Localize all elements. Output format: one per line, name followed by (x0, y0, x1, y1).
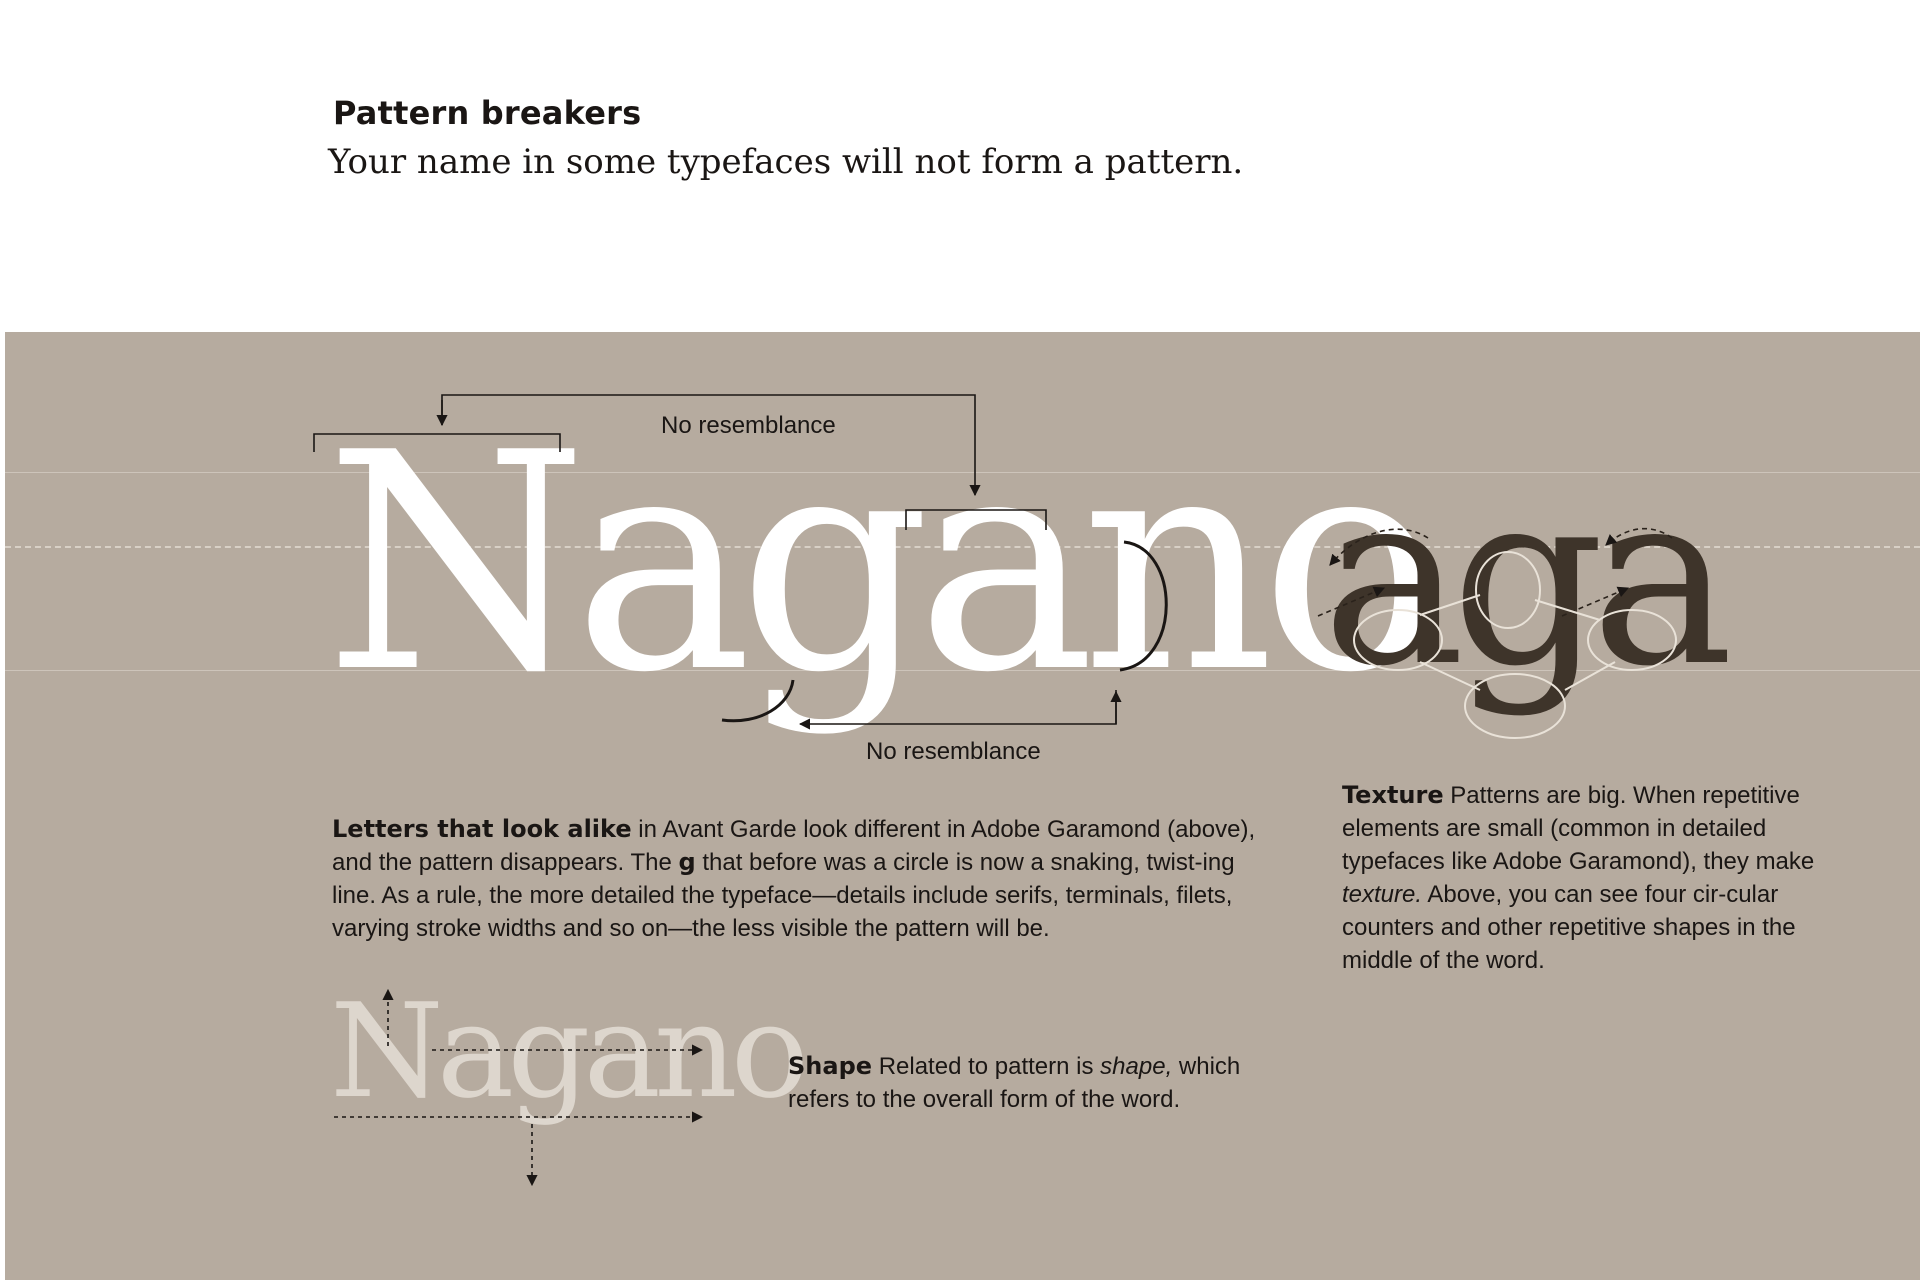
nagano-shape-word: Nagano (330, 975, 809, 1127)
page-title: Pattern breakers (333, 94, 642, 132)
label-no-resemblance-bottom: No resemblance (866, 738, 1041, 765)
caption-letters-g: g (678, 848, 696, 876)
nagano-main-word: Nagano (325, 389, 1441, 738)
page-subtitle: Your name in some typefaces will not for… (328, 142, 1244, 182)
aga-texture-word: aga (1322, 439, 1734, 719)
caption-texture-lead: Texture (1342, 781, 1444, 809)
caption-letters-lead: Letters that look alike (332, 815, 632, 843)
caption-shape-lead: Shape (788, 1052, 873, 1080)
caption-texture: Texture Patterns are big. When repetitiv… (1342, 781, 1815, 974)
caption-letters: Letters that look alike in Avant Garde l… (332, 815, 1256, 942)
caption-shape: Shape Related to pattern is shape, which… (788, 1052, 1241, 1113)
label-no-resemblance-top: No resemblance (661, 412, 836, 439)
